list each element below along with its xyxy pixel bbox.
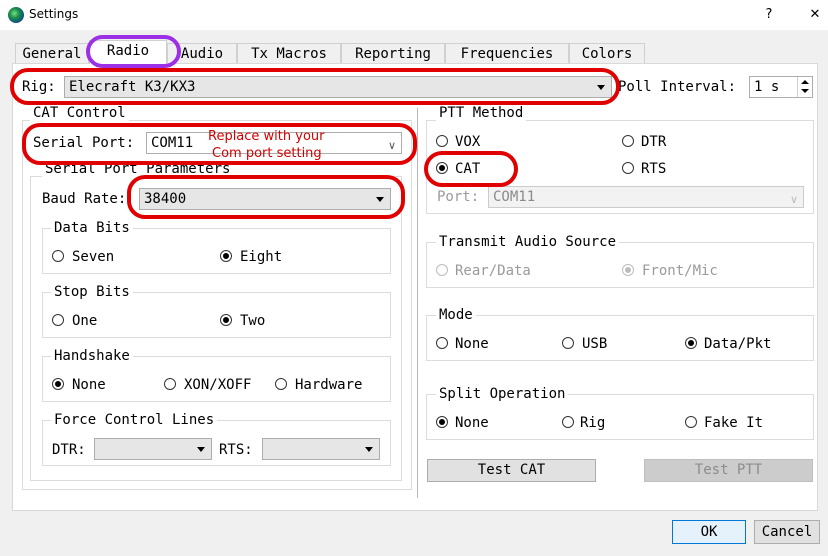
mode-title: Mode [436,307,476,323]
force-control-lines-title: Force Control Lines [51,412,218,428]
ptt-cat-label: CAT [455,161,481,177]
spin-down-icon[interactable] [801,89,809,93]
mode-data-pkt-radio[interactable] [685,337,697,349]
dropdown-arrow-icon [197,447,205,452]
tab-audio[interactable]: Audio [167,43,237,63]
handshake-hardware-radio[interactable] [275,378,287,390]
ptt-method-title: PTT Method [436,105,527,121]
ptt-rts-radio[interactable] [622,162,634,174]
data-bits-seven-radio[interactable] [52,250,64,262]
chevron-down-icon: ∨ [789,193,798,206]
mode-none-radio[interactable] [436,337,448,349]
stop-bits-two-label: Two [240,313,266,329]
dtr-label: DTR: [52,442,86,458]
cancel-button[interactable]: Cancel [754,520,820,544]
ptt-rts-label: RTS [641,161,667,177]
rig-value: Elecraft K3/KX3 [69,79,196,95]
data-bits-eight-label: Eight [240,249,283,265]
dtr-select[interactable] [94,438,212,460]
data-bits-title: Data Bits [51,220,133,236]
tx-audio-rear-radio[interactable] [436,264,448,276]
ptt-port-value: COM11 [493,189,536,205]
tx-audio-front-label: Front/Mic [642,263,718,279]
spin-buttons[interactable] [797,77,812,97]
rts-label: RTS: [219,442,253,458]
tab-frequencies[interactable]: Frequencies [445,43,569,63]
poll-interval-spinbox[interactable]: 1 s [749,76,813,98]
stop-bits-title: Stop Bits [51,284,133,300]
split-none-label: None [455,415,489,431]
dropdown-arrow-icon [365,447,373,452]
handshake-title: Handshake [51,348,133,364]
stop-bits-one-label: One [72,313,98,329]
test-ptt-button[interactable]: Test PTT [644,459,813,482]
rts-select[interactable] [262,438,380,460]
ptt-dtr-label: DTR [641,134,667,150]
mode-data-pkt-label: Data/Pkt [704,336,772,352]
data-bits-seven-label: Seven [72,249,115,265]
ptt-port-select[interactable]: COM11 ∨ [488,186,804,208]
handshake-xon-xoff-radio[interactable] [164,378,176,390]
tab-reporting[interactable]: Reporting [341,43,445,63]
handshake-xon-xoff-label: XON/XOFF [184,377,252,393]
test-cat-button[interactable]: Test CAT [427,459,596,482]
split-rig-label: Rig [580,415,606,431]
split-fake-it-label: Fake It [704,415,764,431]
cat-control-title: CAT Control [30,105,129,121]
help-button[interactable]: ? [754,4,784,26]
transmit-audio-source-title: Transmit Audio Source [436,234,620,250]
split-operation-title: Split Operation [436,386,569,402]
title-bar [0,0,828,30]
handshake-none-radio[interactable] [52,378,64,390]
column-separator [417,108,418,498]
tab-colors[interactable]: Colors [569,43,645,63]
chevron-down-icon: ∨ [387,139,396,152]
spin-up-icon[interactable] [801,80,809,84]
tab-tx-macros[interactable]: Tx Macros [237,43,341,63]
rig-label: Rig: [22,79,56,95]
tab-radio[interactable]: Radio [89,40,167,64]
baud-rate-label: Baud Rate: [42,191,127,207]
stop-bits-one-radio[interactable] [52,314,64,326]
tab-general[interactable]: General [15,43,89,63]
serial-port-parameters-title: Serial Port Parameters [42,161,234,177]
baud-rate-select[interactable]: 38400 [139,188,391,210]
ptt-vox-radio[interactable] [436,135,448,147]
tx-audio-front-radio[interactable] [622,264,634,276]
mode-usb-label: USB [582,336,608,352]
close-icon[interactable]: ✕ [800,4,828,26]
handshake-none-label: None [72,377,106,393]
app-globe-icon [8,7,24,23]
ok-button[interactable]: OK [672,520,746,544]
annotation-line-2: Com port setting [212,146,322,161]
dropdown-arrow-icon [376,197,384,202]
split-fake-it-radio[interactable] [685,416,697,428]
ptt-cat-radio[interactable] [436,162,448,174]
rig-select[interactable]: Elecraft K3/KX3 [64,76,612,98]
window-title: Settings [29,7,79,21]
mode-usb-radio[interactable] [562,337,574,349]
serial-port-value: COM11 [151,135,194,151]
poll-interval-label: Poll Interval: [618,79,737,95]
data-bits-eight-radio[interactable] [220,250,232,262]
ptt-vox-label: VOX [455,134,481,150]
split-none-radio[interactable] [436,416,448,428]
ptt-dtr-radio[interactable] [622,135,634,147]
poll-interval-value: 1 s [754,79,780,95]
annotation-line-1: Replace with your [208,129,325,144]
tx-audio-rear-label: Rear/Data [455,263,531,279]
mode-none-label: None [455,336,489,352]
baud-rate-value: 38400 [144,191,187,207]
handshake-hardware-label: Hardware [295,377,363,393]
dropdown-arrow-icon [597,85,605,90]
serial-port-label: Serial Port: [33,135,135,151]
stop-bits-two-radio[interactable] [220,314,232,326]
ptt-port-label: Port: [437,189,480,205]
split-rig-radio[interactable] [562,416,574,428]
